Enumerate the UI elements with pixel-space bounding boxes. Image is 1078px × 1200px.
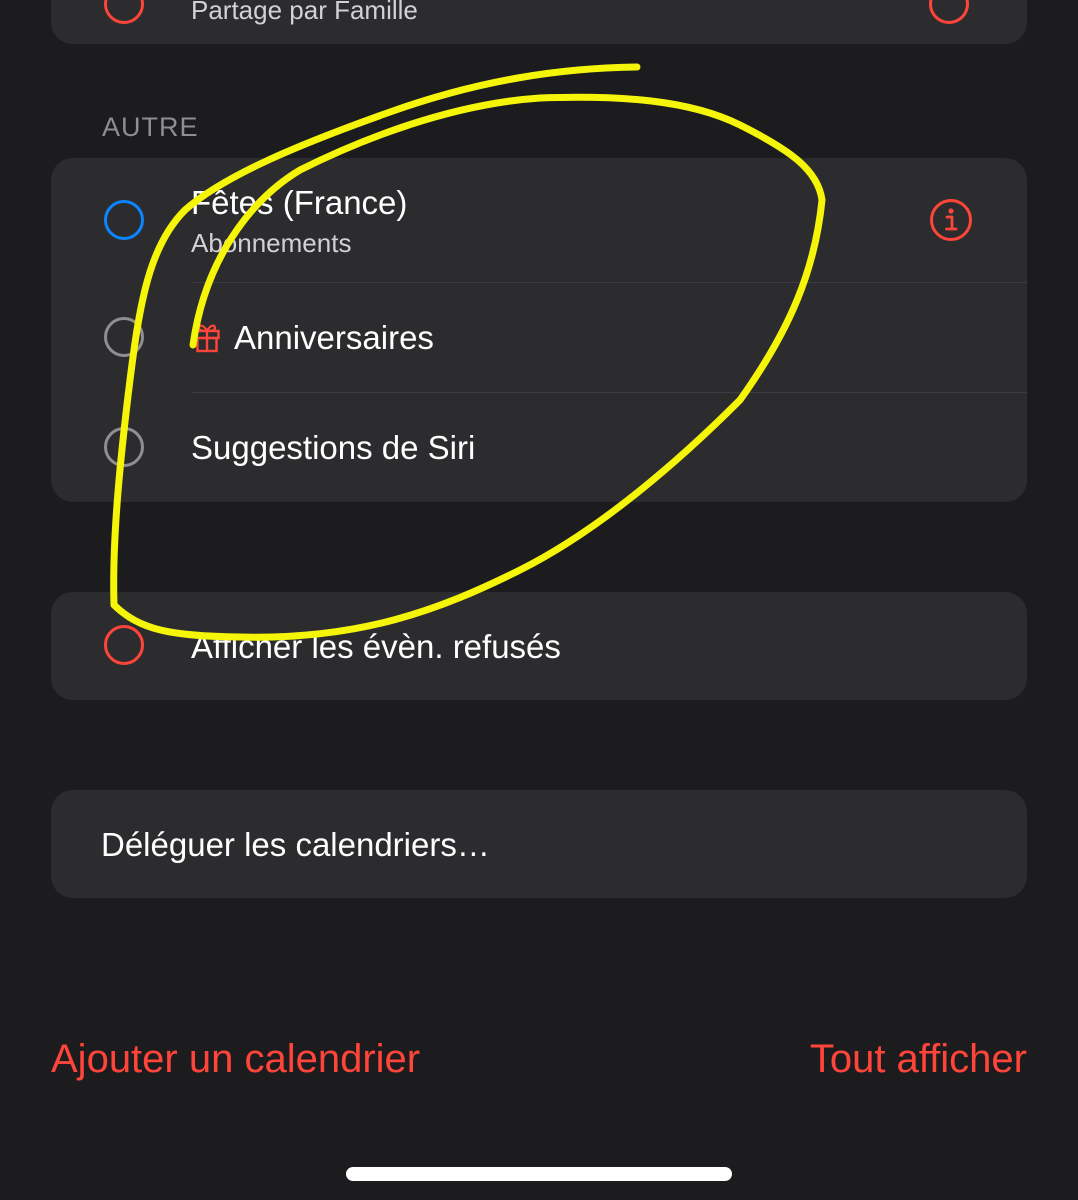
calendar-row-siri[interactable]: Suggestions de Siri <box>51 393 1027 502</box>
delegate-calendars-row[interactable]: Déléguer les calendriers… <box>51 790 1027 898</box>
declined-events-row[interactable]: Afficher les évèn. refusés <box>51 592 1027 700</box>
calendar-subtitle: Abonnements <box>191 228 352 258</box>
delegate-calendars-label: Déléguer les calendriers… <box>101 826 490 863</box>
declined-events-group: Afficher les évèn. refusés <box>51 592 1027 700</box>
declined-events-label: Afficher les évèn. refusés <box>191 628 561 665</box>
show-all-button[interactable]: Tout afficher <box>810 1037 1027 1082</box>
family-calendar-group: Partage par Famille <box>51 0 1027 44</box>
family-calendar-row[interactable]: Partage par Famille <box>51 0 1027 44</box>
calendar-toggle-circle[interactable] <box>104 200 144 240</box>
add-calendar-button[interactable]: Ajouter un calendrier <box>51 1037 420 1082</box>
calendars-screen: Partage par Famille AUTRE Fêtes (France)… <box>0 0 1078 1200</box>
calendar-row-holidays[interactable]: Fêtes (France) Abonnements <box>51 158 1027 282</box>
delegate-group: Déléguer les calendriers… <box>51 790 1027 898</box>
section-header: AUTRE <box>102 112 199 142</box>
info-icon[interactable] <box>929 198 973 242</box>
calendar-toggle-circle[interactable] <box>104 0 144 24</box>
calendar-title: Fêtes (France) <box>191 184 408 221</box>
calendar-title: Anniversaires <box>234 319 434 356</box>
calendar-row-birthdays[interactable]: Anniversaires <box>51 283 1027 392</box>
declined-toggle-circle[interactable] <box>104 625 144 665</box>
calendar-title: Suggestions de Siri <box>191 429 476 466</box>
info-icon-partial[interactable] <box>929 0 969 24</box>
family-calendar-subtitle: Partage par Famille <box>191 0 418 25</box>
calendar-toggle-circle[interactable] <box>104 427 144 467</box>
home-indicator[interactable] <box>346 1167 732 1181</box>
calendar-toggle-circle[interactable] <box>104 317 144 357</box>
other-calendars-group: Fêtes (France) Abonnements Anniversaires… <box>51 158 1027 502</box>
gift-icon <box>194 324 220 353</box>
